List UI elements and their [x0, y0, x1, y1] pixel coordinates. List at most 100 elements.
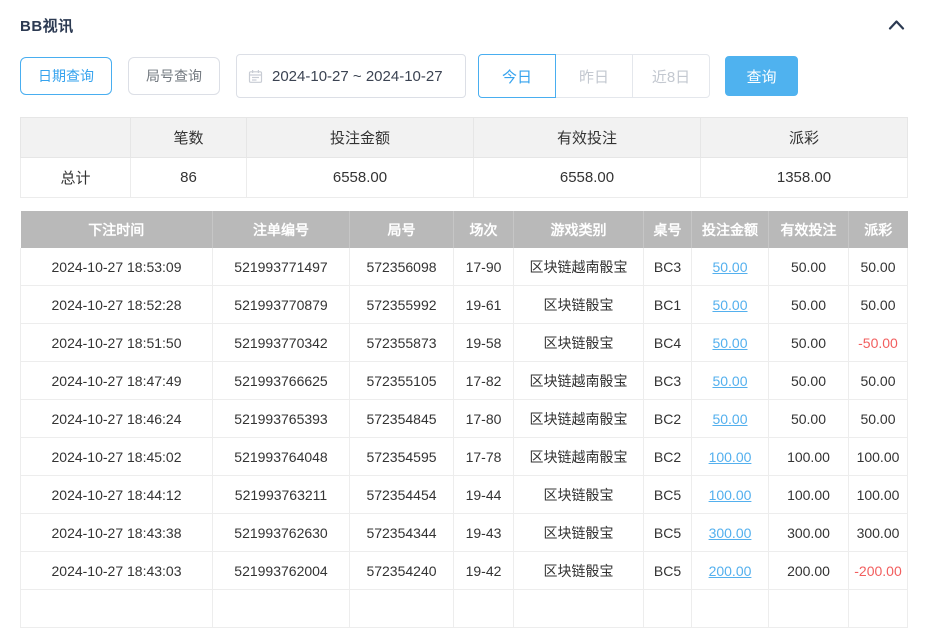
table-cell: 50.00: [769, 248, 849, 286]
bet-amount-link[interactable]: 50.00: [712, 297, 747, 313]
table-cell: 572354845: [350, 400, 454, 438]
summary-total-bet-amount: 6558.00: [247, 158, 474, 198]
bet-table-header-row: 下注时间 注单编号 局号 场次 游戏类别 桌号 投注金额 有效投注 派彩: [21, 211, 908, 248]
bet-amount-link[interactable]: 50.00: [712, 335, 747, 351]
query-toolbar: 日期查询 局号查询 2024-10-27 ~ 2024-10-27 今日昨日近8…: [20, 54, 907, 98]
table-cell: BC3: [644, 248, 692, 286]
table-cell: 17-80: [454, 400, 514, 438]
table-cell: [644, 590, 692, 628]
bet-amount-link[interactable]: 50.00: [712, 259, 747, 275]
table-cell: 区块链骰宝: [514, 476, 644, 514]
summary-col-bet-amount: 投注金额: [247, 118, 474, 158]
table-row: 2024-10-27 18:43:38521993762630572354344…: [21, 514, 908, 552]
table-cell: 521993766625: [213, 362, 350, 400]
table-cell: 50.00: [769, 400, 849, 438]
table-cell: BC5: [644, 514, 692, 552]
bet-records-table: 下注时间 注单编号 局号 场次 游戏类别 桌号 投注金额 有效投注 派彩 202…: [20, 211, 908, 628]
table-cell: 572355105: [350, 362, 454, 400]
table-cell: 521993763211: [213, 476, 350, 514]
table-cell: [769, 590, 849, 628]
table-cell: 区块链骰宝: [514, 324, 644, 362]
table-cell: 572354344: [350, 514, 454, 552]
quick-range-button[interactable]: 近8日: [632, 54, 710, 98]
round-query-tab[interactable]: 局号查询: [128, 57, 220, 95]
summary-total-row: 总计 86 6558.00 6558.00 1358.00: [21, 158, 908, 198]
summary-header-row: 笔数 投注金额 有效投注 派彩: [21, 118, 908, 158]
date-range-input[interactable]: 2024-10-27 ~ 2024-10-27: [236, 54, 466, 98]
bet-amount-link[interactable]: 50.00: [712, 411, 747, 427]
table-cell: 100.00: [769, 438, 849, 476]
search-button[interactable]: 查询: [725, 56, 798, 96]
table-cell: 50.00: [769, 286, 849, 324]
bet-amount-link[interactable]: 50.00: [712, 373, 747, 389]
date-range-value: 2024-10-27 ~ 2024-10-27: [272, 68, 443, 85]
table-cell: -200.00: [849, 552, 908, 590]
table-cell: [692, 590, 769, 628]
table-row: 2024-10-27 18:52:28521993770879572355992…: [21, 286, 908, 324]
table-cell: 521993765393: [213, 400, 350, 438]
table-cell: 19-44: [454, 476, 514, 514]
table-cell: 50.00: [769, 362, 849, 400]
table-cell: 521993771497: [213, 248, 350, 286]
table-cell: 2024-10-27 18:52:28: [21, 286, 213, 324]
cell-bet-amount: 50.00: [692, 248, 769, 286]
col-table-no: 桌号: [644, 211, 692, 248]
table-cell: 50.00: [769, 324, 849, 362]
table-cell: 572355992: [350, 286, 454, 324]
bet-amount-link[interactable]: 300.00: [709, 525, 752, 541]
quick-range-group: 今日昨日近8日: [478, 54, 710, 98]
table-cell: [849, 590, 908, 628]
table-row: 2024-10-27 18:44:12521993763211572354454…: [21, 476, 908, 514]
table-cell: 19-61: [454, 286, 514, 324]
quick-range-button[interactable]: 昨日: [555, 54, 633, 98]
table-row: 2024-10-27 18:45:02521993764048572354595…: [21, 438, 908, 476]
bb-video-panel: BB视讯 日期查询 局号查询 2024-10-27 ~ 2024-10-27: [0, 0, 927, 628]
page-title: BB视讯: [20, 15, 74, 36]
table-cell: BC2: [644, 438, 692, 476]
table-cell: 区块链越南骰宝: [514, 362, 644, 400]
table-cell: 572354595: [350, 438, 454, 476]
table-cell: BC1: [644, 286, 692, 324]
col-round-id: 局号: [350, 211, 454, 248]
summary-col-count: 笔数: [131, 118, 247, 158]
table-cell: 2024-10-27 18:47:49: [21, 362, 213, 400]
summary-table: 笔数 投注金额 有效投注 派彩 总计 86 6558.00 6558.00 13…: [20, 117, 908, 198]
bet-amount-link[interactable]: 200.00: [709, 563, 752, 579]
table-cell: 572356098: [350, 248, 454, 286]
table-row: [21, 590, 908, 628]
summary-total-count: 86: [131, 158, 247, 198]
table-cell: 300.00: [849, 514, 908, 552]
table-row: 2024-10-27 18:51:50521993770342572355873…: [21, 324, 908, 362]
cell-bet-amount: 50.00: [692, 400, 769, 438]
summary-col-blank: [21, 118, 131, 158]
table-cell: 50.00: [849, 248, 908, 286]
table-cell: [213, 590, 350, 628]
table-cell: 50.00: [849, 400, 908, 438]
table-cell: 区块链骰宝: [514, 286, 644, 324]
cell-bet-amount: 50.00: [692, 324, 769, 362]
quick-range-button[interactable]: 今日: [478, 54, 556, 98]
table-cell: 572354454: [350, 476, 454, 514]
table-cell: 100.00: [849, 438, 908, 476]
collapse-chevron-up-icon[interactable]: [886, 17, 907, 33]
table-cell: 17-78: [454, 438, 514, 476]
summary-total-label: 总计: [21, 158, 131, 198]
table-cell: [514, 590, 644, 628]
bet-amount-link[interactable]: 100.00: [709, 487, 752, 503]
table-cell: 19-58: [454, 324, 514, 362]
table-cell: 2024-10-27 18:44:12: [21, 476, 213, 514]
cell-bet-amount: 100.00: [692, 476, 769, 514]
table-cell: 区块链骰宝: [514, 552, 644, 590]
cell-bet-amount: 100.00: [692, 438, 769, 476]
panel-header: BB视讯: [20, 0, 907, 40]
date-query-tab[interactable]: 日期查询: [20, 57, 112, 95]
table-cell: 区块链越南骰宝: [514, 400, 644, 438]
table-cell: 521993770342: [213, 324, 350, 362]
table-cell: 2024-10-27 18:43:38: [21, 514, 213, 552]
summary-total-payout: 1358.00: [701, 158, 908, 198]
table-cell: 2024-10-27 18:46:24: [21, 400, 213, 438]
table-cell: 300.00: [769, 514, 849, 552]
table-cell: [21, 590, 213, 628]
cell-bet-amount: 300.00: [692, 514, 769, 552]
bet-amount-link[interactable]: 100.00: [709, 449, 752, 465]
